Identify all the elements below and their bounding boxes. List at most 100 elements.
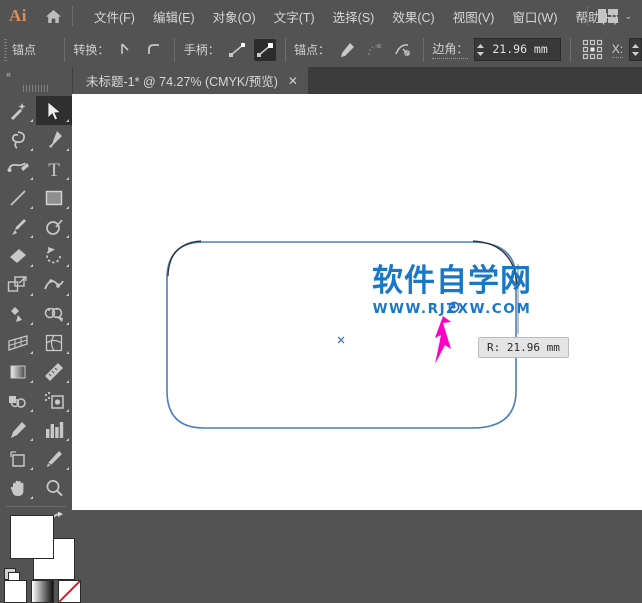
mesh-tool[interactable] [36,328,72,357]
hide-handles-glyph [256,41,274,59]
connect-anchor-glyph [366,41,384,59]
width-icon [43,275,65,295]
column-graph-tool[interactable] [36,415,72,444]
zoom-tool[interactable] [36,473,72,502]
menu-effect[interactable]: 效果(C) [383,3,443,30]
menu-type[interactable]: 文字(T) [265,3,324,30]
hand-icon [8,478,28,498]
line-icon [8,188,28,208]
gradient-tool[interactable] [0,357,36,386]
menu-edit[interactable]: 编辑(E) [144,3,204,30]
type-tool[interactable]: T [36,154,72,183]
menu-file[interactable]: 文件(F) [85,3,144,30]
paintbrush-tool[interactable] [0,212,36,241]
workspace-divider [587,6,588,26]
menu-divider [72,6,73,26]
convert-corner-glyph [118,42,134,58]
blend-tool[interactable] [0,386,36,415]
magic-wand-icon [8,101,28,121]
menu-item-list: 文件(F) 编辑(E) 对象(O) 文字(T) 选择(S) 效果(C) 视图(V… [85,3,627,30]
anchor-reference-grid-icon[interactable] [582,39,604,61]
workspace-layout-icon[interactable] [598,9,618,23]
pointer-arrow-annotation [435,316,451,364]
control-bar-title: 锚点 [12,41,36,58]
pen-tool[interactable] [36,125,72,154]
control-bar-grip[interactable] [4,39,7,61]
document-tab[interactable]: 未标题-1* @ 74.27% (CMYK/预览) ✕ [72,67,308,94]
shaper-tool[interactable] [36,212,72,241]
symbol-sprayer-tool[interactable] [36,386,72,415]
document-canvas[interactable]: 软件自学网 WWW.RJZXW.COM R: 21.96 mm [72,94,642,510]
curvature-tool[interactable] [0,154,36,183]
convert-to-corner-icon[interactable] [115,39,137,61]
cut-path-icon[interactable] [392,39,414,61]
stepper-arrows-glyph-2 [631,43,640,57]
chevron-down-icon[interactable]: ⌄ [622,11,638,22]
rotate-icon [44,246,64,266]
tool-panel: « [0,67,73,510]
anchor-label: 锚点： [294,41,330,58]
none-button[interactable] [58,580,81,603]
eraser-icon [8,246,28,266]
tool-panel-grip[interactable] [0,82,72,94]
menu-bar: Ai 文件(F) 编辑(E) 对象(O) 文字(T) 选择(S) 效果(C) 视… [0,0,642,32]
anchor-group: 锚点： [294,39,414,61]
eraser-tool[interactable] [0,241,36,270]
corner-radius-field[interactable]: 21.96 mm [474,38,561,61]
tool-panel-header: « [0,67,72,81]
connect-anchor-icon[interactable] [364,39,386,61]
paintbrush-icon [8,217,28,237]
rotate-tool[interactable] [36,241,72,270]
close-icon[interactable]: ✕ [288,75,298,87]
selection-tool[interactable] [36,96,72,125]
control-bar: 锚点 转换： 手柄： [0,32,642,68]
eyedropper-tool[interactable] [0,415,36,444]
scale-tool[interactable] [0,270,36,299]
reference-grid-glyph [582,39,604,61]
handles-label: 手柄： [184,41,220,58]
slice-tool[interactable] [36,444,72,473]
width-tool[interactable] [36,270,72,299]
free-transform-tool[interactable] [0,299,36,328]
ai-logo-icon: Ai [0,0,36,32]
menu-view[interactable]: 视图(V) [444,3,504,30]
shape-builder-tool[interactable] [36,299,72,328]
rectangle-tool[interactable] [36,183,72,212]
menu-window[interactable]: 窗口(W) [503,3,566,30]
workspace-switcher[interactable]: ⌄ [585,0,638,32]
x-coordinate-field[interactable] [629,38,642,61]
menu-select[interactable]: 选择(S) [324,3,384,30]
show-handles-icon[interactable] [226,39,248,61]
corner-radius-value[interactable]: 21.96 mm [486,39,560,60]
convert-label: 转换： [73,41,109,58]
measure-tool[interactable] [36,357,72,386]
perspective-grid-tool[interactable] [0,328,36,357]
fill-swatch[interactable] [10,515,54,559]
mesh-icon [44,333,64,353]
menu-object[interactable]: 对象(O) [204,3,265,30]
lasso-tool[interactable] [0,125,36,154]
tool-grid: T [0,96,72,502]
illustrator-window: Ai 文件(F) 编辑(E) 对象(O) 文字(T) 选择(S) 效果(C) 视… [0,0,642,510]
collapse-panel-icon[interactable]: « [6,69,10,79]
svg-text:T: T [48,160,60,179]
artboard-tool[interactable] [0,444,36,473]
line-segment-tool[interactable] [0,183,36,212]
show-handles-glyph [228,41,246,59]
corner-group: 边角： 21.96 mm [432,38,561,61]
home-icon[interactable] [36,0,70,32]
gradient-icon [8,362,28,382]
corner-label: 边角： [432,40,468,59]
x-stepper[interactable] [630,40,641,59]
magic-wand-tool[interactable] [0,96,36,125]
lasso-icon [8,130,28,150]
hide-handles-icon[interactable] [254,39,276,61]
gradient-button[interactable] [31,580,54,603]
remove-anchor-icon[interactable] [336,39,358,61]
corner-stepper[interactable] [475,40,486,59]
fill-mode-buttons [4,580,81,603]
perspective-grid-icon [7,333,29,353]
hand-tool[interactable] [0,473,36,502]
convert-to-smooth-icon[interactable] [143,39,165,61]
color-button[interactable] [4,580,27,603]
